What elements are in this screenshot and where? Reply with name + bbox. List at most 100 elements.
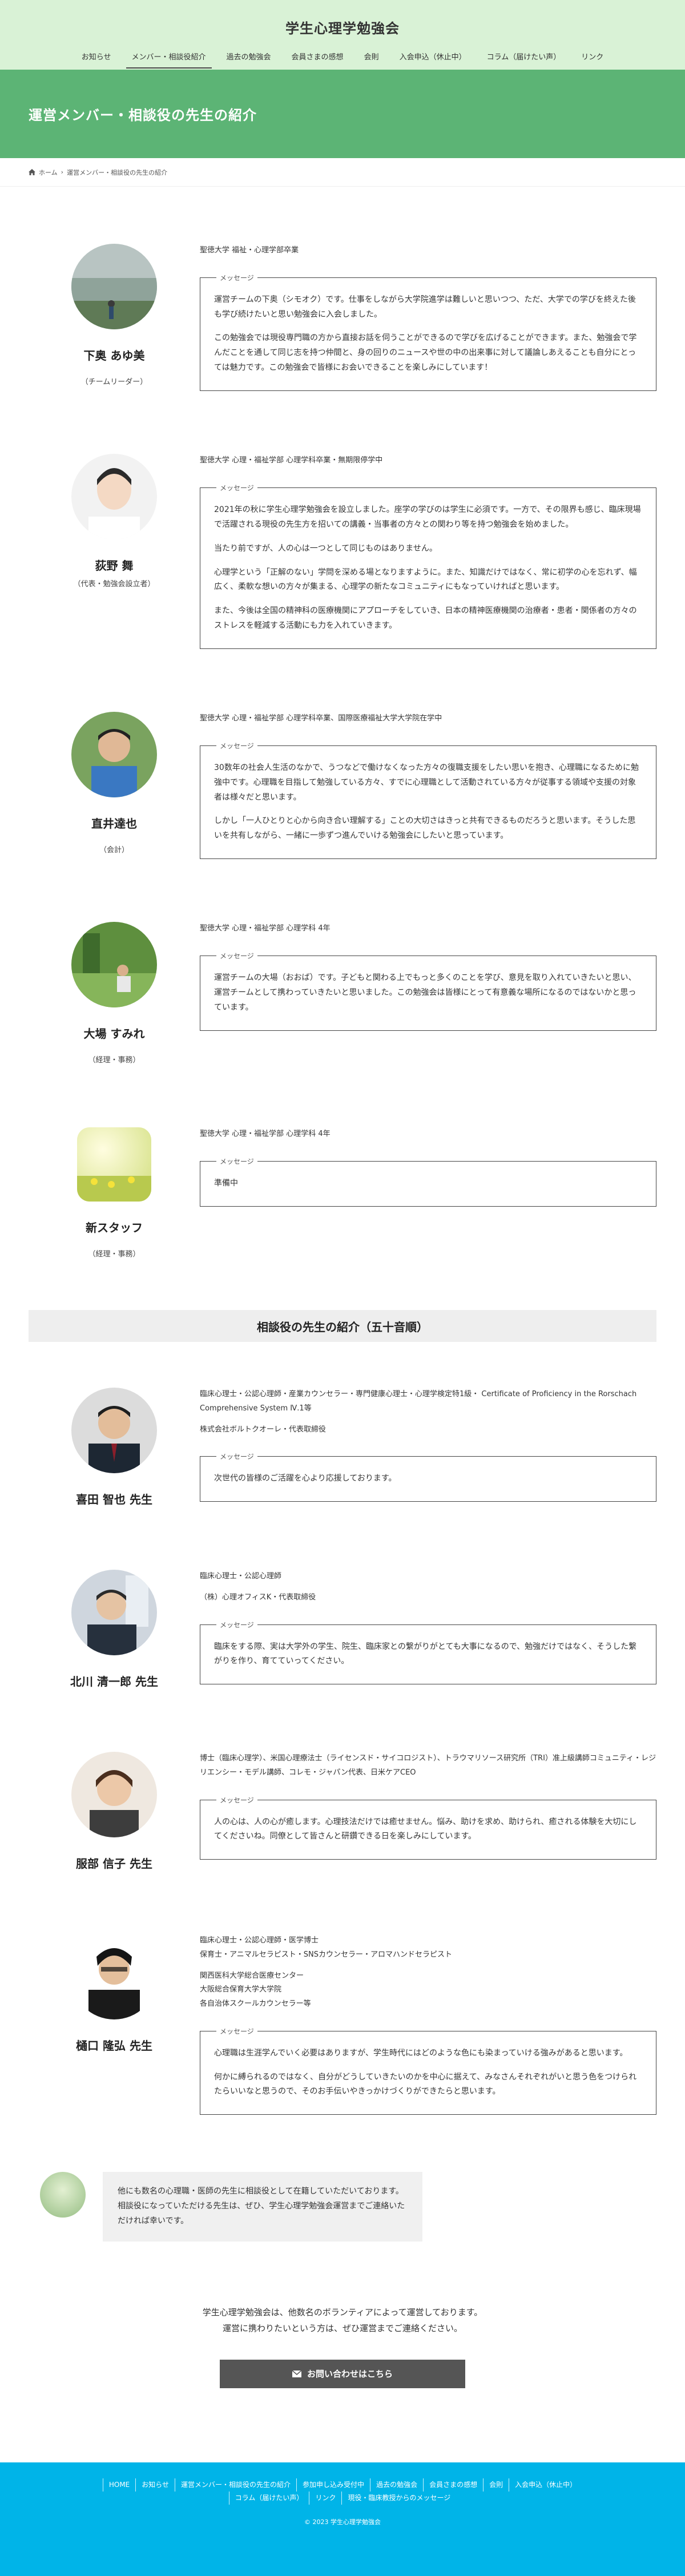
copyright: © 2023 学生心理学勉強会: [304, 2518, 381, 2526]
nav-item-news[interactable]: お知らせ: [71, 49, 122, 70]
member-photo: [71, 712, 157, 798]
contact-button-label: お問い合わせはこちら: [307, 2369, 393, 2380]
nav-item-links[interactable]: リンク: [571, 49, 614, 70]
member-card: 荻野 舞 （代表・勉強会設立者） 聖徳大学 心理・福祉学部 心理学科卒業・無期限…: [29, 420, 656, 678]
advisor-credentials: 臨床心理士・公認心理師・医学博士 保育士・アニマルセラピスト・SNSカウンセラー…: [200, 1936, 452, 1959]
message-text: 当たり前ですが、人の心は一つとして同じものはありません。: [214, 543, 437, 553]
nav-item-reviews[interactable]: 会員さまの感想: [281, 49, 354, 70]
advisor-name: 北川 清一郎 先生: [70, 1675, 158, 1689]
advisor-name: 喜田 智也 先生: [76, 1493, 152, 1507]
closing-line: 学生心理学勉強会は、他数名のボランティアによって運営しております。: [202, 2307, 483, 2317]
advisor-photo: [71, 1570, 157, 1656]
message-box: メッセージ 運営チームの下奥（シモオク）です。仕事をしながら大学院進学は難しいと…: [200, 272, 656, 392]
footer-nav: HOME お知らせ 運営メンバー・相談役の先生の紹介 参加申し込み受付中 過去の…: [86, 2478, 599, 2505]
mail-icon: [292, 2370, 301, 2377]
footer-link-news[interactable]: お知らせ: [135, 2478, 175, 2492]
member-role: （チームリーダー）: [80, 378, 148, 386]
closing-speech: 他にも数名の心理職・医師の先生に相談役として在籍していただいております。 相談役…: [29, 2143, 656, 2242]
member-affiliation: 聖徳大学 心理・福祉学部 心理学科 4年: [200, 924, 331, 933]
footer-link-past-sessions[interactable]: 過去の勉強会: [370, 2478, 423, 2492]
member-card: 新スタッフ （経理・事務） 聖徳大学 心理・福祉学部 心理学科 4年 メッセージ…: [29, 1093, 656, 1287]
footer-link-home[interactable]: HOME: [102, 2478, 135, 2492]
message-legend: メッセージ: [220, 1796, 254, 1804]
nav-item-past-sessions[interactable]: 過去の勉強会: [216, 49, 281, 70]
message-legend: メッセージ: [220, 1620, 254, 1629]
member-name: 新スタッフ: [86, 1221, 143, 1235]
member-name: 荻野 舞: [95, 559, 134, 573]
footer-link-messages[interactable]: 現役・臨床教授からのメッセージ: [341, 2491, 456, 2505]
footer-link-apply[interactable]: 参加申し込み受付中: [296, 2478, 370, 2492]
home-icon: [29, 169, 35, 175]
message-text: この勉強会では現役専門職の方から直接お話を伺うことができるので学びを広げることが…: [214, 333, 637, 373]
footer-link-join[interactable]: 入会申込（休止中）: [509, 2478, 582, 2492]
site-footer: HOME お知らせ 運営メンバー・相談役の先生の紹介 参加申し込み受付中 過去の…: [0, 2462, 685, 2576]
footer-link-members[interactable]: 運営メンバー・相談役の先生の紹介: [175, 2478, 296, 2492]
message-text: 臨床をする際、実は大学外の学生、院生、臨床家との繋がりがとても大事になるので、勉…: [214, 1642, 637, 1666]
message-box: メッセージ 準備中: [200, 1156, 656, 1207]
member-name: 大場 すみれ: [83, 1027, 145, 1041]
member-affiliation: 聖徳大学 心理・福祉学部 心理学科 4年: [200, 1130, 331, 1139]
page-title-band: 運営メンバー・相談役の先生の紹介: [0, 70, 685, 158]
message-legend: メッセージ: [220, 2027, 254, 2035]
member-card: 直井達也 （会計） 聖徳大学 心理・福祉学部 心理学科卒業、国際医療福祉大学大学…: [29, 678, 656, 888]
footer-link-links[interactable]: リンク: [309, 2491, 341, 2505]
breadcrumb-separator: ›: [61, 168, 64, 176]
site-title[interactable]: 学生心理学勉強会: [0, 0, 685, 49]
message-box: メッセージ 2021年の秋に学生心理学勉強会を設立しました。座学の学びのは学生に…: [200, 482, 656, 650]
advisor-photo: [71, 1752, 157, 1838]
message-text: 人の心は、人の心が癒します。心理技法だけでは癒せません。悩み、助けを求め、助けら…: [214, 1817, 637, 1841]
advisor-organization: 株式会社ボルトクオーレ・代表取締役: [200, 1425, 327, 1434]
message-text: 2021年の秋に学生心理学勉強会を設立しました。座学の学びのは学生に必須です。一…: [214, 505, 641, 529]
contact-button[interactable]: お問い合わせはこちら: [220, 2359, 465, 2388]
message-box: メッセージ 臨床をする際、実は大学外の学生、院生、臨床家との繋がりがとても大事に…: [200, 1619, 656, 1685]
message-legend: メッセージ: [220, 952, 254, 960]
message-box: メッセージ 30数年の社会人生活のなかで、うつなどで働けなくなった方々の復職支援…: [200, 740, 656, 860]
advisor-photo: [71, 1934, 157, 2020]
advisor-photo: [71, 1388, 157, 1474]
member-role: （経理・事務）: [88, 1056, 140, 1065]
message-legend: メッセージ: [220, 273, 254, 282]
nav-item-rules[interactable]: 会則: [354, 49, 389, 70]
member-affiliation: 聖徳大学 福祉・心理学部卒業: [200, 246, 299, 255]
advisor-name: 服部 信子 先生: [76, 1857, 152, 1871]
message-text: 何かに縛られるのではなく、自分がどうしていきたいのかを中心に据えて、みなさんそれ…: [214, 2072, 637, 2097]
nav-item-members[interactable]: メンバー・相談役紹介: [122, 49, 216, 70]
advisor-card: 北川 清一郎 先生 臨床心理士・公認心理師 （株）心理オフィスK・代表取締役 メ…: [29, 1535, 656, 1718]
message-box: メッセージ 運営チームの大場（おおば）です。子どもと関わる上でもっと多くのことを…: [200, 950, 656, 1031]
message-legend: メッセージ: [220, 483, 254, 492]
speaker-avatar: [40, 2172, 86, 2218]
site-header: 学生心理学勉強会 お知らせ メンバー・相談役紹介 過去の勉強会 会員さまの感想 …: [0, 0, 685, 70]
advisor-card: 喜田 智也 先生 臨床心理士・公認心理師・産業カウンセラー・専門健康心理士・心理…: [29, 1353, 656, 1535]
nav-item-column[interactable]: コラム（届けたい声）: [477, 49, 571, 70]
member-card: 下奥 あゆ美 （チームリーダー） 聖徳大学 福祉・心理学部卒業 メッセージ 運営…: [29, 215, 656, 420]
message-text: しかし「一人ひとりと心から向き合い理解する」ことの大切さはきっと共有できるものだ…: [214, 816, 636, 841]
member-photo: [77, 1127, 151, 1202]
advisor-credentials: 臨床心理士・公認心理師: [200, 1572, 282, 1581]
member-affiliation: 聖徳大学 心理・福祉学部 心理学科卒業・無期限停学中: [200, 456, 383, 465]
footer-link-rules[interactable]: 会則: [483, 2478, 509, 2492]
advisor-organization: （株）心理オフィスK・代表取締役: [200, 1593, 316, 1602]
message-text: 30数年の社会人生活のなかで、うつなどで働けなくなった方々の復職支援をしたい思い…: [214, 763, 639, 802]
breadcrumb: ホーム › 運営メンバー・相談役の先生の紹介: [0, 158, 685, 187]
speech-bubble: 他にも数名の心理職・医師の先生に相談役として在籍していただいております。 相談役…: [103, 2172, 422, 2242]
advisor-credentials: 臨床心理士・公認心理師・産業カウンセラー・専門健康心理士・心理学検定特1級・ C…: [200, 1390, 637, 1413]
breadcrumb-current: 運営メンバー・相談役の先生の紹介: [67, 168, 168, 176]
main-content: 下奥 あゆ美 （チームリーダー） 聖徳大学 福祉・心理学部卒業 メッセージ 運営…: [0, 187, 685, 2388]
advisor-name: 樋口 隆弘 先生: [76, 2039, 152, 2053]
member-photo: [71, 454, 157, 540]
advisors-heading: 相談役の先生の紹介（五十音順）: [29, 1310, 656, 1343]
message-legend: メッセージ: [220, 1157, 254, 1166]
message-legend: メッセージ: [220, 741, 254, 750]
breadcrumb-home[interactable]: ホーム: [39, 168, 58, 177]
advisor-organization: 関西医科大学総合医療センター 大阪総合保育大学大学院 各自治体スクールカウンセラ…: [200, 1971, 311, 2008]
footer-link-column[interactable]: コラム（届けたい声）: [228, 2491, 309, 2505]
member-name: 直井達也: [91, 817, 137, 831]
nav-item-join[interactable]: 入会申込（休止中）: [389, 49, 477, 70]
message-legend: メッセージ: [220, 1453, 254, 1461]
member-name: 下奥 あゆ美: [83, 349, 145, 362]
message-text: 運営チームの下奥（シモオク）です。仕事をしながら大学院進学は難しいと思いつつ、た…: [214, 295, 636, 319]
member-card: 大場 すみれ （経理・事務） 聖徳大学 心理・福祉学部 心理学科 4年 メッセー…: [29, 888, 656, 1093]
footer-link-reviews[interactable]: 会員さまの感想: [423, 2478, 483, 2492]
closing-text: 学生心理学勉強会は、他数名のボランティアによって運営しております。 運営に携わり…: [29, 2242, 656, 2337]
member-role: （会計）: [99, 846, 129, 855]
